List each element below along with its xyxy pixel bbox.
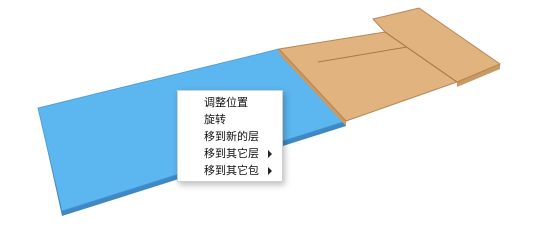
context-menu: 调整位置 旋转 移到新的层 移到其它层 移到其它包 bbox=[177, 90, 283, 182]
3d-viewport[interactable]: 调整位置 旋转 移到新的层 移到其它层 移到其它包 bbox=[0, 0, 553, 246]
menu-item-move-to-new-layer[interactable]: 移到新的层 bbox=[178, 128, 282, 145]
menu-item-label: 移到新的层 bbox=[204, 130, 259, 143]
submenu-arrow-icon bbox=[268, 167, 272, 175]
menu-item-label: 移到其它包 bbox=[204, 164, 259, 177]
menu-item-move-to-other-layer[interactable]: 移到其它层 bbox=[178, 145, 282, 162]
menu-item-label: 移到其它层 bbox=[204, 147, 259, 160]
menu-item-adjust-position[interactable]: 调整位置 bbox=[178, 94, 282, 111]
submenu-arrow-icon bbox=[268, 150, 272, 158]
menu-item-label: 调整位置 bbox=[204, 96, 248, 109]
menu-item-move-to-other-package[interactable]: 移到其它包 bbox=[178, 162, 282, 179]
menu-item-rotate[interactable]: 旋转 bbox=[178, 111, 282, 128]
menu-item-label: 旋转 bbox=[204, 113, 226, 126]
